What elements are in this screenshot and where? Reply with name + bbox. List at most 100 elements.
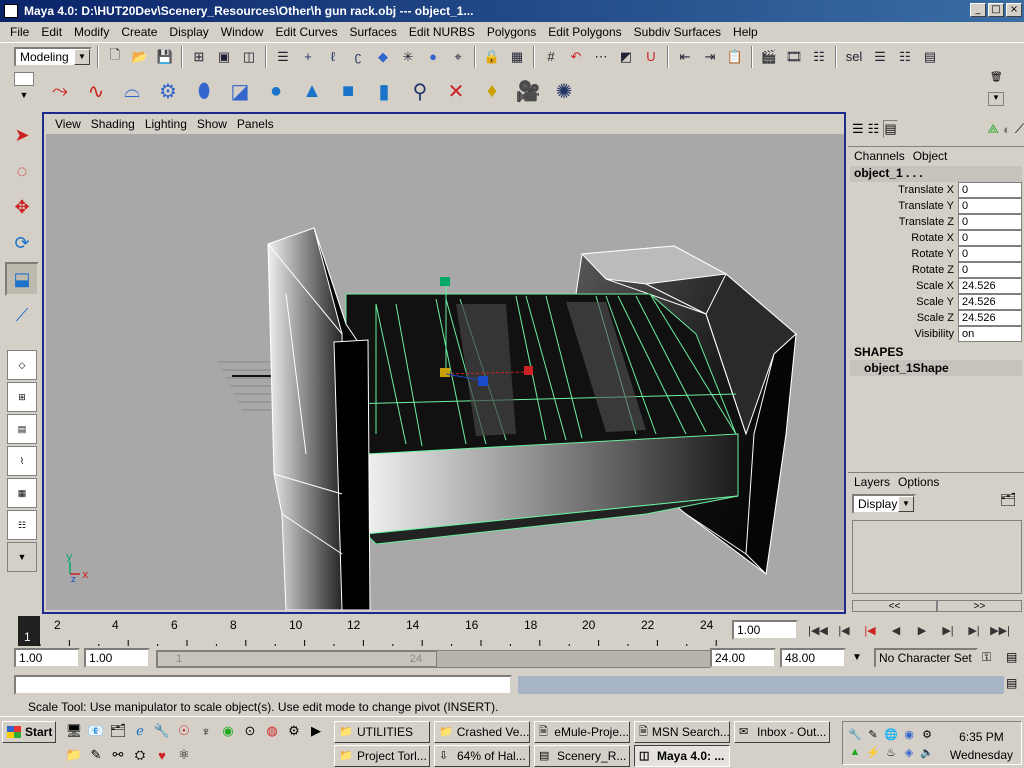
menu-edit[interactable]: Edit <box>35 25 68 39</box>
range-slider-thumb[interactable]: 1 24 <box>157 651 437 667</box>
tab-options[interactable]: Options <box>898 475 939 489</box>
app-icon[interactable]: ♆ <box>196 721 216 741</box>
open-scene-icon[interactable]: 📂 <box>129 46 151 68</box>
snap-point-icon[interactable]: ⋯ <box>590 46 612 68</box>
tray-icon[interactable]: ⚡ <box>865 744 881 760</box>
taskbar-item[interactable]: ⇩ 64% of Hal... <box>434 745 530 767</box>
ik-handle-icon[interactable]: ✕ <box>440 75 472 107</box>
tab-channels[interactable]: Channels <box>854 149 905 163</box>
attribute-label[interactable]: Scale X <box>850 280 958 292</box>
animation-start-field[interactable]: 1.00 <box>14 648 80 668</box>
mask-misc-icon[interactable]: ⌖ <box>447 46 469 68</box>
clock[interactable]: 6:35 PM Wednesday <box>950 728 1013 764</box>
attribute-label[interactable]: Rotate Y <box>850 248 958 260</box>
move-tool-icon[interactable]: ✥ <box>5 190 39 224</box>
menu-display[interactable]: Display <box>163 25 214 39</box>
panel-menu-shading[interactable]: Shading <box>86 117 140 131</box>
tray-icon[interactable]: ◉ <box>901 726 917 742</box>
maya-app-icon[interactable] <box>4 4 18 18</box>
playback-end-field[interactable]: 24.00 <box>710 648 776 668</box>
start-button[interactable]: Start <box>2 721 56 743</box>
attribute-editor-icon[interactable]: ☰ <box>869 46 891 68</box>
attribute-label[interactable]: Scale Z <box>850 312 958 324</box>
taskbar-item[interactable]: ✉ Inbox - Out... <box>734 721 830 743</box>
shading-toggle-icon[interactable]: ◐ <box>1003 122 1011 137</box>
menu-surfaces[interactable]: Surfaces <box>343 25 402 39</box>
ep-curve-tool-icon[interactable]: ∿ <box>80 75 112 107</box>
attribute-value-field[interactable]: 24.526 <box>958 294 1022 310</box>
attribute-label[interactable]: Scale Y <box>850 296 958 308</box>
animation-prefs-icon[interactable]: ▤ <box>1006 650 1024 668</box>
play-backward-icon[interactable]: ◀ <box>884 620 908 640</box>
highlight-selection-icon[interactable]: ▦ <box>506 46 528 68</box>
new-scene-icon[interactable]: 🗋 <box>104 46 126 68</box>
select-hierarchy-icon[interactable]: ⊞ <box>188 46 210 68</box>
desktop-icon[interactable]: 🖥 <box>64 721 84 741</box>
app-icon[interactable]: ⛭ <box>130 745 150 765</box>
tray-icon[interactable]: ✎ <box>865 726 881 742</box>
attribute-label[interactable]: Translate X <box>850 184 958 196</box>
menu-help[interactable]: Help <box>727 25 764 39</box>
close-button[interactable]: × <box>1006 3 1022 17</box>
script-editor-icon[interactable]: ▤ <box>1006 676 1024 694</box>
input-ops-icon[interactable]: ⇤ <box>674 46 696 68</box>
app-icon[interactable]: ◉ <box>218 721 238 741</box>
select-object-icon[interactable]: ▣ <box>213 46 235 68</box>
toolbox-more-icon[interactable]: ▼ <box>7 542 37 572</box>
mask-dynamics-icon[interactable]: ✳ <box>397 46 419 68</box>
snap-curve-icon[interactable]: ↶ <box>565 46 587 68</box>
selected-object-name[interactable]: object_1 . . . <box>850 166 1022 182</box>
media-player-icon[interactable]: ▶ <box>306 721 326 741</box>
particle-icon[interactable]: ✺ <box>548 75 580 107</box>
hypershade-layout-icon[interactable]: ▦ <box>7 478 37 508</box>
save-scene-icon[interactable]: 💾 <box>154 46 176 68</box>
lock-selection-icon[interactable]: 🔒 <box>481 46 503 68</box>
attribute-value-field[interactable]: 0 <box>958 198 1022 214</box>
trash-icon[interactable]: 🗑 <box>990 72 1004 86</box>
outliner-graph-layout-icon[interactable]: ☷ <box>7 510 37 540</box>
attribute-label[interactable]: Translate Z <box>850 216 958 228</box>
attribute-value-field[interactable]: on <box>958 326 1022 342</box>
taskbar-item[interactable]: 📁 Project Torl... <box>334 745 430 767</box>
folder-icon[interactable]: 📁 <box>64 745 84 765</box>
panel-menu-lighting[interactable]: Lighting <box>140 117 192 131</box>
tray-icon[interactable]: ♨ <box>883 744 899 760</box>
tray-icon[interactable]: 🌐 <box>883 726 899 742</box>
manipulator-tool-icon[interactable]: ⟋ <box>5 298 39 332</box>
scale-tool-icon[interactable]: ⬓ <box>5 262 39 296</box>
layer-type-dropdown[interactable]: Display ▼ <box>852 494 916 514</box>
shelf-scroll-icon[interactable]: ▼ <box>988 92 1004 106</box>
tray-icon[interactable]: 🔧 <box>847 726 863 742</box>
planar-icon[interactable]: ◪ <box>224 75 256 107</box>
taskbar-item[interactable]: ▤ Scenery_R... <box>534 745 630 767</box>
panel-menu-view[interactable]: View <box>50 117 86 131</box>
single-perspective-layout-icon[interactable]: ◇ <box>7 350 37 380</box>
mask-curves-icon[interactable]: ℓ <box>322 46 344 68</box>
tray-icon[interactable]: ▲ <box>847 744 863 760</box>
attribute-value-field[interactable]: 0 <box>958 230 1022 246</box>
step-forward-key-icon[interactable]: ▶| <box>962 620 986 640</box>
play-forward-icon[interactable]: ▶ <box>910 620 934 640</box>
volume-icon[interactable]: 🔈 <box>919 744 935 760</box>
app-icon[interactable]: ⊙ <box>240 721 260 741</box>
mask-surfaces-icon[interactable]: ʗ <box>347 46 369 68</box>
shelf-tab-icon[interactable] <box>14 72 34 86</box>
layer-list[interactable] <box>852 520 1022 594</box>
animation-end-field[interactable]: 48.00 <box>780 648 846 668</box>
new-layer-icon[interactable]: 🗂 <box>1000 492 1020 512</box>
app-icon[interactable]: ✎ <box>86 745 106 765</box>
taskbar-item[interactable]: 📁 UTILITIES <box>334 721 430 743</box>
ie-icon[interactable]: ℯ <box>130 721 150 741</box>
select-tool-icon[interactable]: ➤ <box>5 118 39 152</box>
attribute-label[interactable]: Rotate Z <box>850 264 958 276</box>
app-icon[interactable]: ⚛ <box>174 745 194 765</box>
channel-box-toggle-icon[interactable]: ▤ <box>919 46 941 68</box>
menu-edit-nurbs[interactable]: Edit NURBS <box>403 25 481 39</box>
layer-editor-view-icon[interactable]: ☷ <box>868 121 880 137</box>
time-slider[interactable]: 1 2 4 6 8 10 12 14 16 18 20 22 24 <box>14 616 726 646</box>
shelf-menu-icon[interactable]: ▼ <box>14 90 34 106</box>
app-icon[interactable]: ⚙ <box>284 721 304 741</box>
current-frame-field[interactable]: 1.00 <box>732 620 798 640</box>
graph-persp-layout-icon[interactable]: ⌇ <box>7 446 37 476</box>
render-frame-icon[interactable]: 🎬 <box>758 46 780 68</box>
